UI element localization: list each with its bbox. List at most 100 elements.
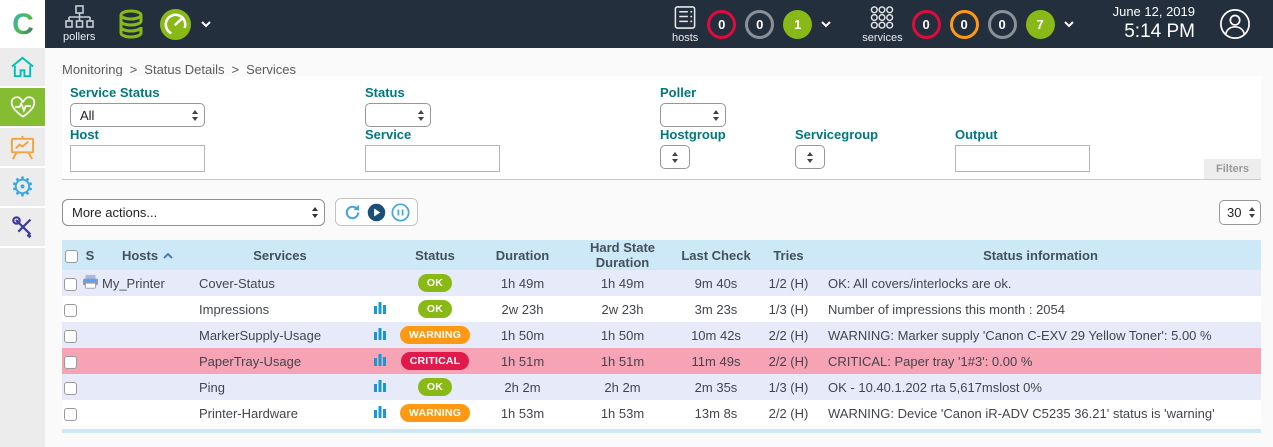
host-status-counter[interactable]: 0 bbox=[707, 10, 736, 39]
service-status-counter[interactable]: 0 bbox=[912, 10, 941, 39]
chart-icon[interactable] bbox=[373, 327, 387, 341]
host-status-counter[interactable]: 0 bbox=[745, 10, 774, 39]
poller-select[interactable] bbox=[660, 103, 726, 127]
row-checkbox[interactable] bbox=[64, 356, 77, 369]
chart-icon[interactable] bbox=[373, 405, 387, 419]
col-hosts[interactable]: Hosts bbox=[100, 240, 195, 270]
servicegroup-select[interactable] bbox=[795, 145, 825, 169]
pollers-menu[interactable]: pollers bbox=[63, 5, 95, 43]
service-status-value: All bbox=[80, 108, 94, 123]
hosts-menu[interactable]: hosts bbox=[672, 5, 698, 44]
centreon-logo[interactable]: C bbox=[0, 0, 45, 48]
services-menu[interactable]: services bbox=[862, 5, 902, 44]
services-label: services bbox=[862, 33, 902, 44]
printer-icon bbox=[82, 277, 99, 292]
service-link[interactable]: Impressions bbox=[199, 302, 269, 317]
sidebar-item-home[interactable] bbox=[0, 48, 45, 88]
chart-icon[interactable] bbox=[373, 353, 387, 367]
service-input[interactable] bbox=[365, 145, 500, 172]
breadcrumb-item[interactable]: Monitoring bbox=[62, 62, 123, 77]
sidebar-item-administration[interactable] bbox=[0, 208, 45, 248]
row-checkbox[interactable] bbox=[64, 330, 77, 343]
play-button[interactable] bbox=[367, 203, 386, 222]
service-status-select[interactable]: All bbox=[70, 103, 205, 127]
col-last-check[interactable]: Last Check bbox=[675, 240, 757, 270]
table-row[interactable]: Printer-Hardware WARNING 1h 53m 1h 53m 1… bbox=[62, 400, 1261, 426]
pollers-label: pollers bbox=[63, 32, 95, 43]
col-s[interactable]: S bbox=[80, 240, 100, 270]
database-icon bbox=[117, 9, 145, 39]
service-link[interactable]: Cover-Status bbox=[199, 276, 275, 291]
col-hard-state-duration[interactable]: Hard State Duration bbox=[570, 240, 675, 270]
table-row[interactable]: PaperTray-Usage CRITICAL 1h 51m 1h 51m 1… bbox=[62, 348, 1261, 374]
row-checkbox[interactable] bbox=[64, 408, 77, 421]
latency-status[interactable] bbox=[159, 8, 192, 41]
row-checkbox[interactable] bbox=[64, 382, 77, 395]
host-input[interactable] bbox=[70, 145, 205, 172]
service-link[interactable]: Ping bbox=[199, 380, 225, 395]
pause-button[interactable] bbox=[391, 203, 410, 222]
breadcrumb-item[interactable]: Status Details bbox=[144, 62, 224, 77]
refresh-button[interactable] bbox=[343, 203, 362, 222]
status-badge: WARNING bbox=[400, 326, 470, 344]
chart-board-icon bbox=[9, 134, 36, 161]
service-status-counter[interactable]: 0 bbox=[950, 10, 979, 39]
output-input[interactable] bbox=[955, 145, 1090, 172]
more-actions-select[interactable]: More actions... bbox=[62, 199, 325, 226]
gauge-icon bbox=[159, 8, 192, 41]
table-row[interactable]: Impressions OK 2w 23h 2w 23h 3m 23s 1/3 … bbox=[62, 296, 1261, 322]
host-status-counter[interactable]: 1 bbox=[783, 10, 812, 39]
select-arrows-icon bbox=[712, 109, 720, 122]
col-status-information[interactable]: Status information bbox=[820, 240, 1261, 270]
chart-icon[interactable] bbox=[373, 379, 387, 393]
database-status[interactable] bbox=[117, 9, 145, 39]
col-status[interactable]: Status bbox=[395, 240, 475, 270]
select-arrows-icon bbox=[191, 109, 199, 122]
status-badge: WARNING bbox=[400, 404, 470, 422]
last-check-cell: 11m 49s bbox=[675, 348, 757, 374]
heart-pulse-icon bbox=[9, 94, 37, 120]
page-size-value: 30 bbox=[1227, 205, 1241, 220]
select-arrows-icon bbox=[1248, 206, 1256, 219]
hard-state-duration-cell: 1h 50m bbox=[570, 322, 675, 348]
poller-label: Poller bbox=[660, 85, 696, 100]
select-all-checkbox[interactable] bbox=[65, 250, 78, 263]
poller-chevron-down-icon[interactable] bbox=[200, 20, 212, 28]
hard-state-duration-cell: 2h 2m bbox=[570, 374, 675, 400]
status-badge: CRITICAL bbox=[401, 352, 470, 370]
col-services[interactable]: Services bbox=[195, 240, 365, 270]
table-row[interactable]: My_Printer Cover-Status OK 1h 49m 1h 49m… bbox=[62, 270, 1261, 296]
status-select[interactable] bbox=[365, 103, 431, 127]
service-link[interactable]: PaperTray-Usage bbox=[199, 354, 301, 369]
table-row[interactable]: Ping OK 2h 2m 2h 2m 2m 35s 1/3 (H) OK - … bbox=[62, 374, 1261, 400]
row-checkbox[interactable] bbox=[64, 304, 77, 317]
services-table: S Hosts Services Status Duration Hard St… bbox=[62, 240, 1261, 433]
last-check-cell: 2m 35s bbox=[675, 374, 757, 400]
duration-cell: 2w 23h bbox=[475, 296, 570, 322]
breadcrumb-item[interactable]: Services bbox=[246, 62, 296, 77]
last-check-cell: 3m 23s bbox=[675, 296, 757, 322]
row-checkbox[interactable] bbox=[64, 278, 77, 291]
host-link[interactable]: My_Printer bbox=[102, 276, 165, 291]
hostgroup-select[interactable] bbox=[660, 145, 690, 169]
col-tries[interactable]: Tries bbox=[757, 240, 820, 270]
chart-icon[interactable] bbox=[373, 301, 387, 315]
hosts-chevron-down-icon[interactable] bbox=[820, 20, 832, 28]
tries-cell: 1/3 (H) bbox=[757, 374, 820, 400]
page-size-select[interactable]: 30 bbox=[1219, 200, 1261, 225]
services-icon bbox=[869, 5, 895, 30]
service-link[interactable]: MarkerSupply-Usage bbox=[199, 328, 321, 343]
table-row[interactable]: MarkerSupply-Usage WARNING 1h 50m 1h 50m… bbox=[62, 322, 1261, 348]
user-menu[interactable] bbox=[1219, 8, 1251, 40]
services-chevron-down-icon[interactable] bbox=[1063, 20, 1075, 28]
sidebar-item-configuration[interactable]: ⚙ bbox=[0, 168, 45, 208]
sidebar-item-monitoring[interactable] bbox=[0, 88, 45, 128]
service-status-counter[interactable]: 0 bbox=[988, 10, 1017, 39]
service-link[interactable]: Printer-Hardware bbox=[199, 406, 298, 421]
service-status-counter[interactable]: 7 bbox=[1026, 10, 1055, 39]
select-arrows-icon bbox=[311, 206, 319, 219]
col-duration[interactable]: Duration bbox=[475, 240, 570, 270]
filters-tab[interactable]: Filters bbox=[1204, 159, 1261, 179]
sidebar-item-reporting[interactable] bbox=[0, 128, 45, 168]
status-badge: OK bbox=[418, 300, 452, 318]
